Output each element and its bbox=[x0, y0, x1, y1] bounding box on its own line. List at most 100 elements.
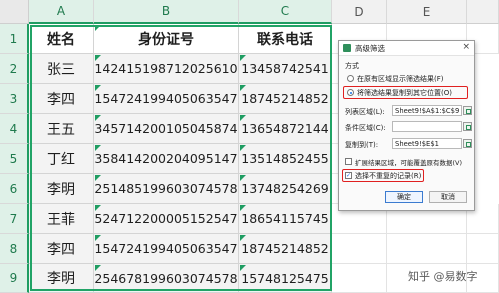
table-cell[interactable]: 154724199405063547 bbox=[94, 84, 239, 114]
table-cell[interactable]: 154724199405063547 bbox=[94, 234, 239, 264]
table-cell[interactable]: 358414200204095147 bbox=[94, 144, 239, 174]
empty-cell[interactable] bbox=[387, 234, 467, 264]
table-cell[interactable]: 254678199603074578 bbox=[94, 264, 239, 293]
show-in-place-radio[interactable] bbox=[347, 75, 354, 82]
extend-results-checkbox[interactable] bbox=[345, 158, 352, 165]
cell-marker bbox=[240, 175, 246, 181]
method-label: 方式 bbox=[345, 62, 359, 70]
extend-results-label[interactable]: 扩展结果区域，可能覆盖原有数据(V) bbox=[355, 157, 462, 167]
row-header-3[interactable]: 3 bbox=[0, 84, 29, 114]
table-cell[interactable]: 李明 bbox=[29, 264, 94, 293]
table-cell[interactable]: 13748254269 bbox=[239, 174, 332, 204]
column-header-d[interactable]: D bbox=[332, 0, 387, 24]
list-range-label: 列表区域(L): bbox=[345, 108, 385, 116]
row-header-5[interactable]: 5 bbox=[0, 144, 29, 174]
table-cell[interactable]: 李四 bbox=[29, 84, 94, 114]
table-cell[interactable]: 142415198712025610 bbox=[94, 54, 239, 84]
table-cell[interactable]: 15748125475 bbox=[239, 264, 332, 293]
ok-button[interactable]: 确定 bbox=[385, 191, 423, 203]
table-cell[interactable]: 张三 bbox=[29, 54, 94, 84]
row-header-1[interactable]: 1 bbox=[0, 24, 29, 54]
column-header-b[interactable]: B bbox=[94, 0, 239, 24]
cancel-button[interactable]: 取消 bbox=[429, 191, 467, 203]
table-cell[interactable]: 524712200005152547 bbox=[94, 204, 239, 234]
table-cell[interactable]: 18654115745 bbox=[239, 204, 332, 234]
row-header-7[interactable]: 7 bbox=[0, 204, 29, 234]
criteria-range-label: 条件区域(C): bbox=[345, 124, 386, 132]
copy-to-other-radio[interactable] bbox=[347, 89, 354, 96]
row-header-9[interactable]: 9 bbox=[0, 264, 29, 293]
show-in-place-label[interactable]: 在原有区域显示筛选结果(F) bbox=[357, 74, 444, 84]
table-cell[interactable]: 丁红 bbox=[29, 144, 94, 174]
header-cell-phone[interactable]: 联系电话 bbox=[239, 24, 332, 54]
table-cell[interactable]: 王五 bbox=[29, 114, 94, 144]
cell-marker bbox=[240, 265, 246, 271]
dialog-titlebar[interactable]: 高级筛选 × bbox=[339, 41, 474, 56]
cell-value: 154724199405063547 bbox=[94, 241, 238, 256]
copy-to-label: 复制到(T): bbox=[345, 141, 379, 149]
cell-value: 142415198712025610 bbox=[94, 61, 238, 76]
cell-marker bbox=[95, 145, 101, 151]
cell-value: 345714200105045874 bbox=[94, 121, 238, 136]
cell-value: 251485199603074578 bbox=[94, 181, 238, 196]
unique-records-label[interactable]: 选择不重复的记录(R) bbox=[355, 171, 421, 181]
column-header-f[interactable] bbox=[467, 0, 499, 24]
header-cell-id-label: 身份证号 bbox=[138, 31, 194, 48]
cell-value: 18745214852 bbox=[241, 91, 329, 106]
copy-to-other-label[interactable]: 将筛选结果复制到其它位置(O) bbox=[357, 88, 452, 98]
cell-marker bbox=[240, 235, 246, 241]
row-header-4[interactable]: 4 bbox=[0, 114, 29, 144]
cell-value: 524712200005152547 bbox=[94, 211, 238, 226]
row-header-8[interactable]: 8 bbox=[0, 234, 29, 264]
cell-marker bbox=[95, 55, 101, 61]
close-icon[interactable]: × bbox=[462, 42, 470, 52]
table-cell[interactable]: 251485199603074578 bbox=[94, 174, 239, 204]
cell-marker bbox=[240, 85, 246, 91]
cell-marker bbox=[240, 115, 246, 121]
cell-value: 254678199603074578 bbox=[94, 270, 238, 286]
column-header-e[interactable]: E bbox=[387, 0, 467, 24]
empty-cell[interactable] bbox=[467, 234, 499, 264]
row-header-2[interactable]: 2 bbox=[0, 54, 29, 84]
cell-value: 13654872144 bbox=[241, 121, 329, 136]
cell-value: 13458742541 bbox=[241, 61, 329, 76]
range-select-icon[interactable] bbox=[463, 106, 472, 115]
column-header-c[interactable]: C bbox=[239, 0, 332, 24]
range-select-icon[interactable] bbox=[463, 139, 472, 148]
copy-to-field[interactable]: Sheet9!$E$1 bbox=[392, 138, 462, 149]
empty-cell[interactable] bbox=[332, 264, 387, 293]
table-cell[interactable]: 345714200105045874 bbox=[94, 114, 239, 144]
cell-value: 13748254269 bbox=[241, 181, 329, 196]
cell-marker bbox=[95, 85, 101, 91]
app-icon bbox=[343, 44, 351, 52]
table-cell[interactable]: 李明 bbox=[29, 174, 94, 204]
table-cell[interactable]: 13654872144 bbox=[239, 114, 332, 144]
column-header-a[interactable]: A bbox=[29, 0, 94, 24]
cell-marker bbox=[95, 25, 101, 31]
empty-cell[interactable] bbox=[332, 234, 387, 264]
header-cell-name[interactable]: 姓名 bbox=[29, 24, 94, 54]
range-select-icon[interactable] bbox=[463, 122, 472, 131]
list-range-field[interactable]: Sheet9!$A$1:$C$9 bbox=[392, 105, 462, 116]
table-cell[interactable]: 18745214852 bbox=[239, 234, 332, 264]
cell-value: 18745214852 bbox=[241, 241, 329, 256]
cell-value: 154724199405063547 bbox=[94, 91, 238, 106]
select-all-corner[interactable] bbox=[0, 0, 29, 24]
unique-records-checkbox[interactable]: ✓ bbox=[345, 172, 352, 179]
table-cell[interactable]: 13514852455 bbox=[239, 144, 332, 174]
header-cell-id[interactable]: 身份证号 bbox=[94, 24, 239, 54]
table-cell[interactable]: 李四 bbox=[29, 234, 94, 264]
dialog-title: 高级筛选 bbox=[355, 43, 385, 53]
cell-marker bbox=[240, 205, 246, 211]
cell-marker bbox=[95, 205, 101, 211]
criteria-range-field[interactable] bbox=[392, 121, 462, 132]
cell-marker bbox=[95, 115, 101, 121]
table-cell[interactable]: 18745214852 bbox=[239, 84, 332, 114]
cell-marker bbox=[240, 55, 246, 61]
table-cell[interactable]: 13458742541 bbox=[239, 54, 332, 84]
cell-value: 15748125475 bbox=[241, 270, 329, 286]
advanced-filter-dialog: 高级筛选 × 方式 在原有区域显示筛选结果(F) 将筛选结果复制到其它位置(O)… bbox=[338, 40, 475, 211]
row-header-6[interactable]: 6 bbox=[0, 174, 29, 204]
cell-marker bbox=[95, 235, 101, 241]
table-cell[interactable]: 王菲 bbox=[29, 204, 94, 234]
